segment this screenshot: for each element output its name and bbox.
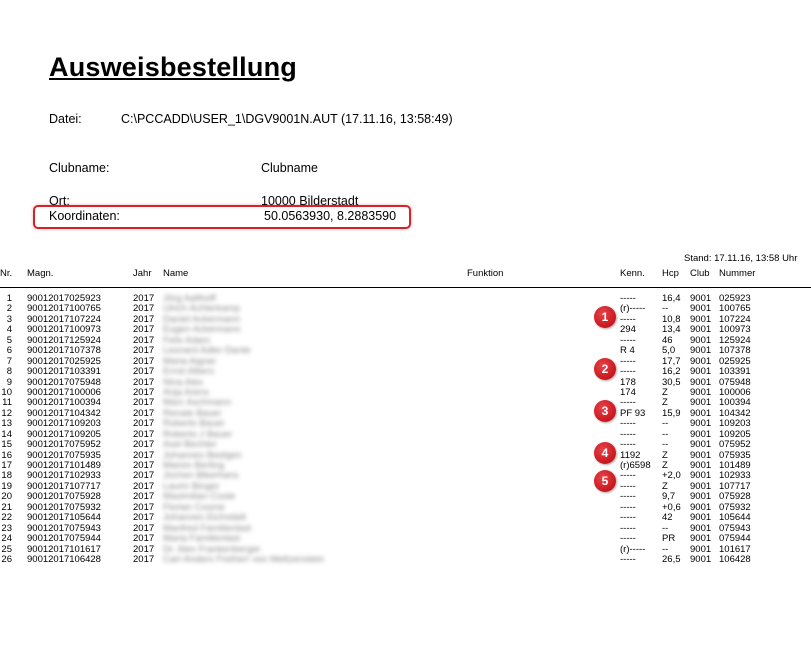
clubname-value: Clubname [261, 161, 318, 175]
cell-name: Maria Familienlast [163, 533, 241, 545]
cell-nummer: 103391 [719, 366, 751, 378]
cell-kenn: ----- [620, 553, 636, 565]
header-kenn: Kenn. [620, 268, 645, 279]
clubname-label: Clubname: [49, 161, 110, 175]
header-jahr: Jahr [133, 268, 152, 279]
header-divider [0, 287, 811, 288]
cell-kenn: ----- [620, 366, 636, 378]
datei-value: C:\PCCADD\USER_1\DGV9001N.AUT (17.11.16,… [121, 112, 453, 126]
marker-1: 1 [594, 306, 616, 328]
header-club: Club [690, 268, 710, 279]
document-title: Ausweisbestellung [49, 52, 297, 82]
cell-club: 9001 [690, 366, 712, 378]
header-nummer: Nummer [719, 268, 756, 279]
marker-2: 2 [594, 358, 616, 380]
cell-hcp: 26,5 [662, 553, 681, 565]
cell-magn: 90012017106428 [27, 553, 101, 565]
member-table-body: 1 90012017025923 2017 Jörg Aalthoff ----- 16,… [0, 293, 811, 565]
marker-4: 4 [594, 442, 616, 464]
koordinaten-label: Koordinaten: [49, 209, 120, 223]
table-row: 15 90012017075952 2017 Axel Bechter ----- -- 9… [0, 439, 811, 451]
header-hcp: Hcp [662, 268, 679, 279]
marker-5: 5 [594, 470, 616, 492]
cell-magn: 90012017075944 [27, 533, 101, 545]
cell-club: 9001 [690, 553, 712, 565]
cell-jahr: 2017 [133, 553, 155, 565]
cell-hcp: PR [662, 533, 676, 545]
cell-kenn: ----- [620, 439, 636, 451]
cell-nummer: 075944 [719, 533, 751, 545]
cell-name: Carl-Anders Freiherr von Mettzenstein [163, 553, 325, 565]
koordinaten-value: 50.0563930, 8.2883590 [264, 209, 397, 223]
cell-name: Axel Bechter [163, 439, 217, 451]
cell-jahr: 2017 [133, 533, 155, 545]
cell-nr: 8 [6, 366, 12, 378]
header-magn: Magn. [27, 268, 54, 279]
cell-nr: 15 [1, 439, 12, 451]
cell-magn: 90012017103391 [27, 366, 101, 378]
header-funktion: Funktion [467, 268, 504, 279]
cell-club: 9001 [690, 439, 712, 451]
cell-name: Ernst Albers [163, 366, 215, 378]
cell-nr: 26 [1, 553, 12, 565]
cell-hcp: 16,2 [662, 366, 681, 378]
header-name: Name [163, 268, 189, 279]
table-row: 26 90012017106428 2017 Carl-Anders Freiherr… [0, 553, 811, 565]
cell-jahr: 2017 [133, 366, 155, 378]
cell-jahr: 2017 [133, 439, 155, 451]
cell-magn: 90012017075952 [27, 439, 101, 451]
header-nr: Nr. [0, 268, 13, 279]
cell-nr: 24 [1, 533, 12, 545]
stand-timestamp: Stand: 17.11.16, 13:58 Uhr [684, 253, 798, 264]
cell-kenn: ----- [620, 533, 636, 545]
table-row: 8 90012017103391 2017 Ernst Albers ----- 16,2… [0, 366, 811, 378]
cell-nummer: 075952 [719, 439, 751, 451]
table-row: 24 90012017075944 2017 Maria Familienlast --… [0, 533, 811, 545]
marker-3: 3 [594, 400, 616, 422]
datei-label: Datei: [49, 112, 82, 126]
cell-hcp: -- [662, 439, 669, 451]
cell-club: 9001 [690, 533, 712, 545]
cell-nummer: 106428 [719, 553, 751, 565]
